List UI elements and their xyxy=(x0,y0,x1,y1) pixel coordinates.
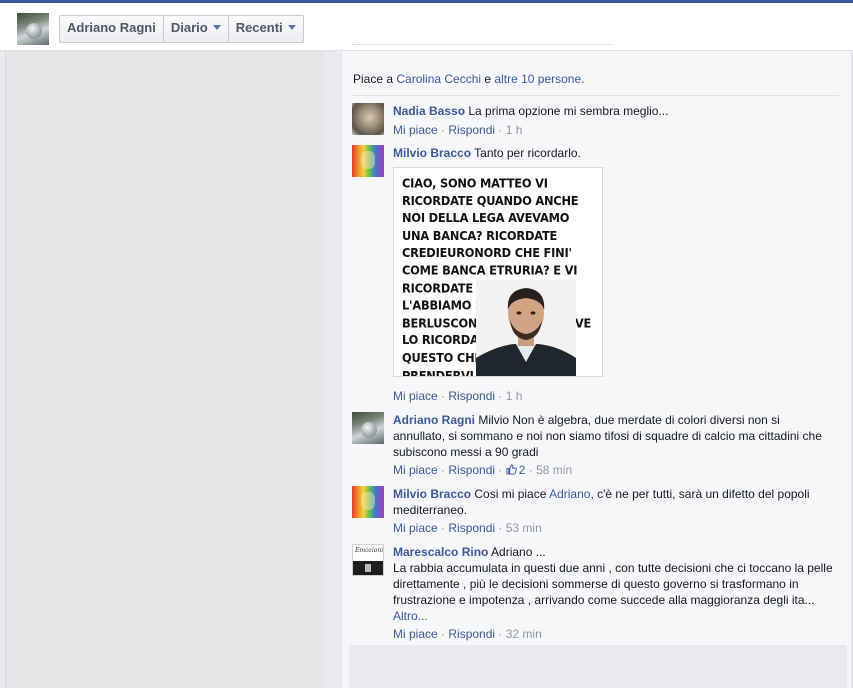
like-button[interactable]: Mi piace xyxy=(393,463,438,477)
see-more-link[interactable]: Altro... xyxy=(393,609,428,623)
comment-time[interactable]: 32 min xyxy=(506,627,542,641)
avatar-band xyxy=(353,561,383,575)
like-button[interactable]: Mi piace xyxy=(393,521,438,535)
commenter-name[interactable]: Milvio Bracco xyxy=(393,146,471,160)
profile-avatar[interactable] xyxy=(17,13,49,45)
comment-time[interactable]: 1 h xyxy=(506,123,523,137)
write-comment-area[interactable] xyxy=(349,645,847,688)
reply-button[interactable]: Rispondi xyxy=(448,123,495,137)
comment-time[interactable]: 58 min xyxy=(536,463,572,477)
reply-button[interactable]: Rispondi xyxy=(448,521,495,535)
comment-time[interactable]: 53 min xyxy=(506,521,542,535)
commenter-avatar[interactable] xyxy=(352,412,384,444)
nav-diario-dropdown[interactable]: Diario xyxy=(164,16,229,42)
commenter-name[interactable]: Marescalco Rino xyxy=(393,545,488,559)
nav-recenti-dropdown[interactable]: Recenti xyxy=(229,16,303,42)
globe-image xyxy=(26,23,42,39)
comment-text: La rabbia accumulata in questi due anni … xyxy=(393,561,833,607)
comment-body: Nadia Basso La prima opzione mi sembra m… xyxy=(393,103,833,138)
like-button[interactable]: Mi piace xyxy=(393,123,438,137)
other-likers-link[interactable]: altre 10 persone xyxy=(494,72,581,86)
commenter-avatar[interactable] xyxy=(352,103,384,135)
face-image xyxy=(361,151,375,169)
comment-footer: Mi piace · Rispondi · 1 h xyxy=(393,388,833,404)
mention-link[interactable]: Adriano xyxy=(549,487,590,501)
comment-body: Milvio Bracco Cosi mi piace Adriano, c'è… xyxy=(393,486,833,536)
comment-body: Milvio Bracco Tanto per ricordarlo. xyxy=(393,145,833,161)
comment-actions: Mi piace · Rispondi · 1 h xyxy=(393,389,523,403)
comment-actions: Mi piace · Rispondi · 1 h xyxy=(393,123,523,137)
globe-image xyxy=(361,422,377,438)
like-count[interactable]: 2 xyxy=(506,463,525,477)
reply-button[interactable]: Rispondi xyxy=(448,463,495,477)
likes-summary: Piace a Carolina Cecchi e altre 10 perso… xyxy=(353,72,585,86)
nav-profile-name[interactable]: Adriano Ragni xyxy=(60,16,164,42)
face-image xyxy=(361,492,375,510)
avatar-logo: Emozioni xyxy=(355,547,384,554)
comment-actions: Mi piace · Rispondi · 32 min xyxy=(393,627,542,641)
attached-image[interactable]: CIAO, SONO MATTEO VI RICORDATE QUANDO AN… xyxy=(393,167,603,377)
liker-link[interactable]: Carolina Cecchi xyxy=(396,72,481,86)
comment-body: Marescalco Rino Adriano ... La rabbia ac… xyxy=(393,545,833,641)
reply-button[interactable]: Rispondi xyxy=(448,389,495,403)
thumbs-up-icon xyxy=(506,464,517,475)
commenter-avatar[interactable] xyxy=(352,145,384,177)
person-photo xyxy=(476,280,576,376)
commenter-name[interactable]: Milvio Bracco xyxy=(393,487,471,501)
clipped-post-line xyxy=(352,44,612,48)
like-button[interactable]: Mi piace xyxy=(393,627,438,641)
comment-time[interactable]: 1 h xyxy=(506,389,523,403)
comment-text: La prima opzione mi sembra meglio... xyxy=(468,104,669,118)
left-column xyxy=(5,51,324,688)
caret-down-icon xyxy=(212,25,221,30)
commenter-name[interactable]: Nadia Basso xyxy=(393,104,465,118)
commenter-avatar[interactable]: Emozioni xyxy=(352,544,384,576)
timeline-nav: Adriano Ragni Diario Recenti xyxy=(59,15,304,43)
commenter-avatar[interactable] xyxy=(352,486,384,518)
divider xyxy=(351,95,839,96)
like-button[interactable]: Mi piace xyxy=(393,389,438,403)
comment-actions: Mi piace · Rispondi · 2 · 58 min xyxy=(393,463,573,477)
commenter-name[interactable]: Adriano Ragni xyxy=(393,413,475,427)
comment-body: Adriano Ragni Milvio Non è algebra, due … xyxy=(393,412,833,478)
reply-button[interactable]: Rispondi xyxy=(448,627,495,641)
comment-actions: Mi piace · Rispondi · 53 min xyxy=(393,521,542,535)
caret-down-icon xyxy=(287,25,296,30)
comment-text: Tanto per ricordarlo. xyxy=(474,146,581,160)
